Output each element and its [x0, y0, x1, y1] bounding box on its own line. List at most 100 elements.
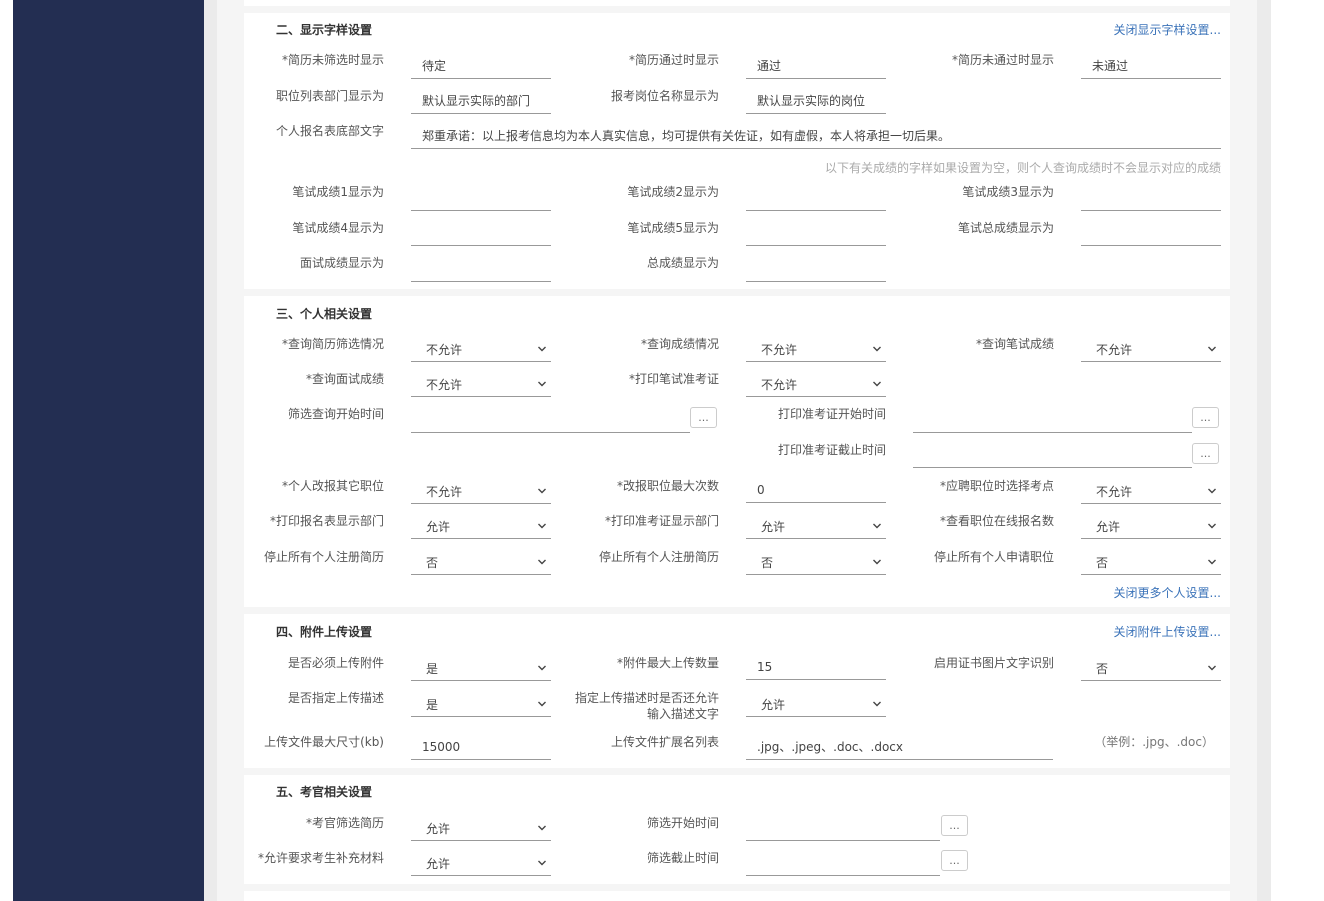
choose-site-select[interactable]: 不允许	[1081, 476, 1221, 504]
label-position-name: 报考岗位名称显示为	[610, 89, 719, 103]
chevron-down-icon	[873, 523, 881, 529]
change-other-select[interactable]: 不允许	[411, 476, 551, 504]
date-picker-button[interactable]: ...	[941, 815, 968, 836]
query-written-value: 不允许	[1096, 343, 1133, 357]
chevron-down-icon	[873, 346, 881, 352]
chevron-down-icon	[1208, 346, 1216, 352]
chevron-down-icon	[1208, 488, 1216, 494]
allow-input-select[interactable]: 允许	[746, 689, 886, 717]
close-more-personal-link[interactable]: 关闭更多个人设置...	[1114, 584, 1221, 601]
failed-display-input[interactable]: 未通过	[1081, 51, 1221, 79]
stop-register-select-2[interactable]: 否	[746, 547, 886, 575]
change-other-value: 不允许	[426, 485, 463, 499]
query-resume-select[interactable]: 不允许	[411, 334, 551, 362]
print-ticket-select[interactable]: 不允许	[746, 369, 886, 397]
specify-desc-select[interactable]: 是	[411, 689, 551, 717]
footer-text-input[interactable]: 郑重承诺：以上报考信息均为本人真实信息，均可提供有关佐证，如有虚假，本人将承担一…	[411, 121, 1221, 149]
label-screen-start: 筛选开始时间	[646, 816, 719, 830]
attachment-required-select[interactable]: 是	[411, 653, 551, 681]
require-material-select[interactable]: 允许	[411, 848, 551, 876]
dept-list-display-input[interactable]: 默认显示实际的部门	[411, 86, 551, 114]
unscreened-display-input[interactable]: 待定	[411, 51, 551, 79]
stop-register-value-1: 否	[426, 556, 439, 570]
stop-apply-select[interactable]: 否	[1081, 547, 1221, 575]
label-stop-register-2: 停止所有个人注册简历	[598, 550, 719, 564]
written-total-input[interactable]	[1081, 218, 1221, 246]
require-material-value: 允许	[426, 857, 451, 871]
written-5-input[interactable]	[746, 218, 886, 246]
chevron-down-icon	[538, 559, 546, 565]
label-interview: 面试成绩显示为	[299, 256, 384, 270]
print-ticket-value: 不允许	[761, 378, 798, 392]
label-require-material: *允许要求考生补充材料	[257, 851, 384, 865]
ocr-select[interactable]: 否	[1081, 653, 1221, 681]
label-query-interview: *查询面试成绩	[305, 372, 384, 386]
screen-start-input[interactable]	[746, 813, 940, 841]
chevron-down-icon	[538, 825, 546, 831]
label-screen-end: 筛选截止时间	[646, 851, 719, 865]
label-allow-input: 指定上传描述时是否还允许输入描述文字	[574, 691, 719, 721]
query-written-select[interactable]: 不允许	[1081, 334, 1221, 362]
screen-query-start-input[interactable]	[411, 405, 690, 433]
section-title-attachment: 四、附件上传设置	[276, 625, 373, 639]
label-query-written: *查询笔试成绩	[975, 337, 1054, 351]
ext-example-text: （举例：.jpg、.doc）	[1094, 735, 1214, 749]
ext-list-input[interactable]: .jpg、.jpeg、.doc、.docx	[746, 732, 1053, 760]
choose-site-value: 不允许	[1096, 485, 1133, 499]
attachment-required-value: 是	[426, 662, 439, 676]
total-input[interactable]	[746, 254, 886, 282]
query-interview-select[interactable]: 不允许	[411, 369, 551, 397]
written-2-input[interactable]	[746, 183, 886, 211]
written-4-input[interactable]	[411, 218, 551, 246]
print-ticket-dept-select[interactable]: 允许	[746, 511, 886, 539]
examiner-screen-value: 允许	[426, 822, 451, 836]
stop-register-select-1[interactable]: 否	[411, 547, 551, 575]
date-picker-button[interactable]: ...	[1192, 443, 1219, 464]
written-3-input[interactable]	[1081, 183, 1221, 211]
label-written-2: 笔试成绩2显示为	[627, 185, 719, 199]
label-written-3: 笔试成绩3显示为	[962, 185, 1054, 199]
close-attachment-settings-link[interactable]: 关闭附件上传设置...	[1114, 623, 1221, 640]
position-name-display-input[interactable]: 默认显示实际的岗位	[746, 86, 886, 114]
chevron-down-icon	[1208, 665, 1216, 671]
query-score-select[interactable]: 不允许	[746, 334, 886, 362]
passed-display-input[interactable]: 通过	[746, 51, 886, 79]
close-display-settings-link[interactable]: 关闭显示字样设置...	[1114, 21, 1221, 38]
chevron-down-icon	[873, 701, 881, 707]
date-picker-button[interactable]: ...	[1192, 407, 1219, 428]
query-score-value: 不允许	[761, 343, 798, 357]
label-view-online: *查看职位在线报名数	[939, 514, 1054, 528]
label-change-other: *个人改报其它职位	[281, 479, 384, 493]
score-hint-text: 以下有关成绩的字样如果设置为空，则个人查询成绩时不会显示对应的成绩	[824, 161, 1221, 175]
section-title-display: 二、显示字样设置	[276, 23, 373, 37]
specify-desc-value: 是	[426, 698, 439, 712]
date-picker-button[interactable]: ...	[941, 850, 968, 871]
chevron-down-icon	[873, 559, 881, 565]
label-dept-list: 职位列表部门显示为	[275, 89, 384, 103]
screen-end-input[interactable]	[746, 848, 940, 876]
date-picker-button[interactable]: ...	[690, 407, 717, 428]
chevron-down-icon	[538, 488, 546, 494]
ticket-start-input[interactable]	[913, 405, 1192, 433]
interview-input[interactable]	[411, 254, 551, 282]
print-form-dept-value: 允许	[426, 520, 451, 534]
label-query-resume: *查询简历筛选情况	[281, 337, 384, 351]
print-form-dept-select[interactable]: 允许	[411, 511, 551, 539]
label-query-score: *查询成绩情况	[640, 337, 719, 351]
examiner-screen-select[interactable]: 允许	[411, 813, 551, 841]
view-online-select[interactable]: 允许	[1081, 511, 1221, 539]
max-count-input[interactable]: 15	[746, 652, 886, 680]
written-1-input[interactable]	[411, 183, 551, 211]
max-size-input[interactable]: 15000	[411, 732, 551, 760]
chevron-down-icon	[1208, 559, 1216, 565]
section-title-personal: 三、个人相关设置	[276, 307, 373, 321]
label-total: 总成绩显示为	[646, 256, 719, 270]
next-panel-edge	[244, 891, 1230, 901]
label-max-count: *附件最大上传数量	[616, 656, 719, 670]
chevron-down-icon	[538, 860, 546, 866]
print-ticket-dept-value: 允许	[761, 520, 786, 534]
change-max-input[interactable]: 0	[746, 475, 886, 503]
label-examiner-screen: *考官筛选简历	[305, 816, 384, 830]
label-max-size: 上传文件最大尺寸(kb)	[264, 735, 384, 749]
ticket-end-input[interactable]	[913, 440, 1192, 468]
